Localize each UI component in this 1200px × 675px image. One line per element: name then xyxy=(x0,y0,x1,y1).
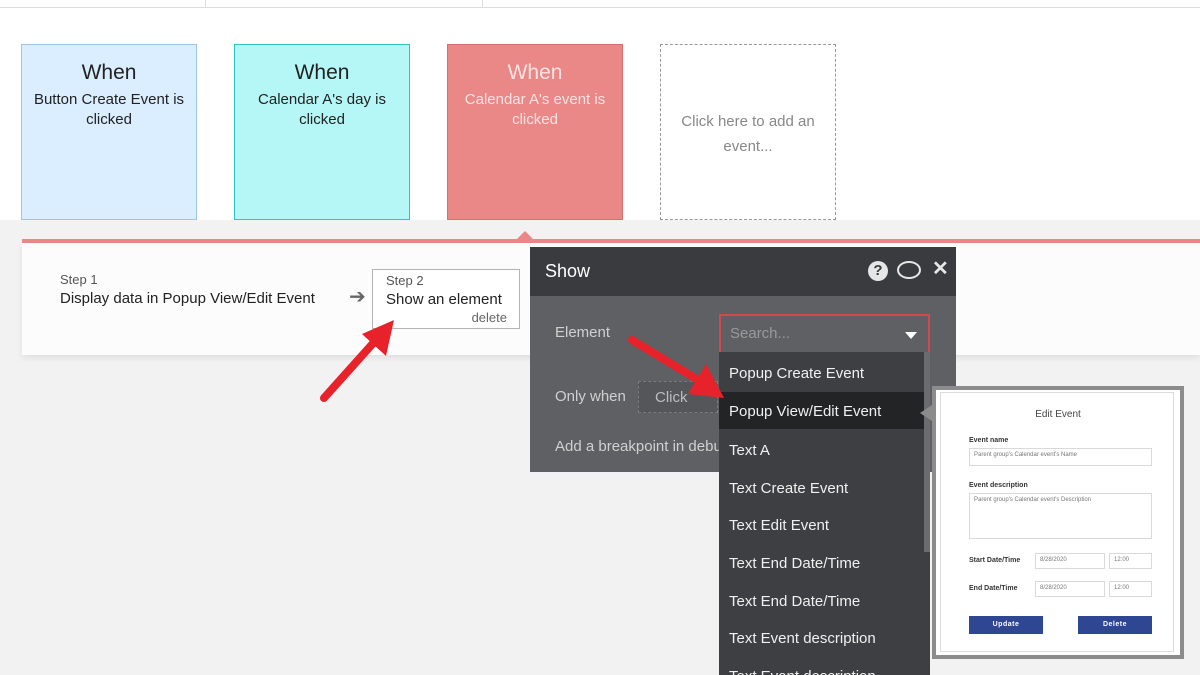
dropdown-item[interactable]: Popup Create Event xyxy=(719,354,924,391)
event-card-button-create-event[interactable]: When Button Create Event is clicked xyxy=(21,44,197,220)
event-description: Calendar A's event is clicked xyxy=(464,91,606,128)
dialog-header: Show ? ✕ xyxy=(530,247,956,296)
dialog-title: Show xyxy=(545,261,591,281)
preview-event-name-input: Parent group's Calendar event's Name xyxy=(969,448,1152,466)
preview-end-label: End Date/Time xyxy=(969,585,1018,592)
dropdown-item[interactable]: Text Create Event xyxy=(719,469,924,506)
dropdown-item[interactable]: Text End Date/Time xyxy=(719,582,924,619)
dropdown-scrollbar[interactable] xyxy=(924,352,930,552)
element-search-select[interactable]: Search... xyxy=(719,314,930,352)
dropdown-item[interactable]: Text A xyxy=(719,431,924,468)
step-1[interactable]: Step 1 Display data in Popup View/Edit E… xyxy=(60,272,315,307)
only-when-label: Only when xyxy=(555,388,626,405)
chevron-down-icon xyxy=(905,332,917,339)
event-when-label: When xyxy=(294,61,350,84)
preview-delete-button: Delete xyxy=(1078,616,1152,634)
dropdown-item[interactable]: Text End Date/Time xyxy=(719,544,924,581)
element-dropdown-list[interactable]: Popup Create Event Popup View/Edit Event… xyxy=(719,352,930,675)
preview-update-button: Update xyxy=(969,616,1043,634)
search-placeholder: Search... xyxy=(730,325,791,342)
top-toolbar xyxy=(0,0,1200,8)
event-when-label: When xyxy=(81,61,137,84)
event-when-label: When xyxy=(507,61,563,84)
dropdown-item[interactable]: Text Event description xyxy=(719,657,924,675)
event-card-calendar-day[interactable]: When Calendar A's day is clicked xyxy=(234,44,410,220)
close-icon[interactable]: ✕ xyxy=(932,259,949,279)
add-event-card[interactable]: Click here to add an event... xyxy=(660,44,836,220)
comment-icon[interactable] xyxy=(897,261,921,279)
breakpoint-checkbox-label[interactable]: Add a breakpoint in debug mode xyxy=(555,438,725,455)
step-title: Show an element xyxy=(386,291,502,308)
preview-start-date-input: 8/28/2020 xyxy=(1035,553,1105,569)
element-label: Element xyxy=(555,324,611,341)
preview-event-name-label: Event name xyxy=(969,437,1009,444)
dropdown-item[interactable]: Text Event description xyxy=(719,619,924,656)
preview-event-description-input: Parent group's Calendar event's Descript… xyxy=(969,493,1152,539)
event-description: Button Create Event is clicked xyxy=(33,91,185,128)
arrow-right-icon: ➔ xyxy=(349,286,366,308)
toolbar-divider xyxy=(482,0,483,8)
annotation-arrow-to-step xyxy=(320,320,394,402)
delete-step-link[interactable]: delete xyxy=(472,310,507,325)
event-card-calendar-event-selected[interactable]: When Calendar A's event is clicked xyxy=(447,44,623,220)
preview-start-time-input: 12:00 xyxy=(1109,553,1152,569)
event-description: Calendar A's day is clicked xyxy=(258,91,386,128)
dropdown-item-selected[interactable]: Popup View/Edit Event xyxy=(719,392,924,429)
preview-pointer xyxy=(920,405,932,421)
element-preview-popup: Edit Event Event name Parent group's Cal… xyxy=(932,386,1184,659)
step-number: Step 2 xyxy=(386,273,424,288)
edit-event-popup-preview: Edit Event Event name Parent group's Cal… xyxy=(940,392,1174,652)
preview-end-date-input: 8/28/2020 xyxy=(1035,581,1105,597)
preview-title: Edit Event xyxy=(1035,409,1081,420)
toolbar-divider xyxy=(205,0,206,8)
step-title: Display data in Popup View/Edit Event xyxy=(60,290,315,307)
dropdown-item[interactable]: Text Edit Event xyxy=(719,506,924,543)
step-number: Step 1 xyxy=(60,272,98,287)
preview-start-label: Start Date/Time xyxy=(969,557,1021,564)
preview-end-time-input: 12:00 xyxy=(1109,581,1152,597)
help-icon[interactable]: ? xyxy=(868,261,888,281)
annotation-arrow-to-dropdown-item xyxy=(628,336,724,398)
preview-event-description-label: Event description xyxy=(969,482,1028,489)
add-event-label: Click here to add an event... xyxy=(681,113,815,155)
